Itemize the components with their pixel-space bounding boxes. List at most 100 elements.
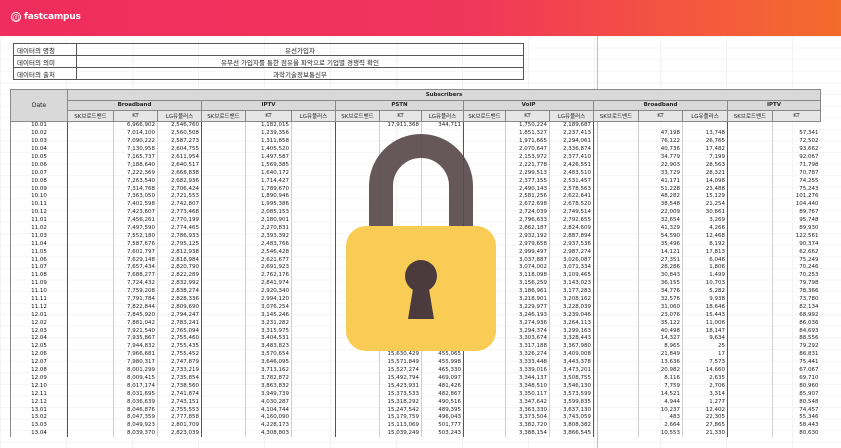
value-cell[interactable] bbox=[291, 342, 336, 351]
value-cell[interactable]: 344,711 bbox=[421, 121, 464, 130]
value-cell[interactable]: 8,036,639 bbox=[113, 397, 158, 406]
value-cell[interactable] bbox=[201, 334, 246, 343]
value-cell[interactable] bbox=[463, 397, 506, 406]
value-cell[interactable] bbox=[291, 208, 336, 217]
value-cell[interactable]: 2,490,143 bbox=[505, 184, 550, 193]
value-cell[interactable] bbox=[772, 121, 821, 130]
value-cell[interactable]: 2,733,219 bbox=[157, 366, 202, 374]
value-cell[interactable] bbox=[727, 271, 773, 280]
value-cell[interactable] bbox=[727, 381, 773, 390]
value-cell[interactable]: 7,724,432 bbox=[113, 279, 158, 288]
value-cell[interactable]: 4,104,744 bbox=[245, 405, 292, 414]
value-cell[interactable]: 8,009,415 bbox=[113, 374, 158, 382]
value-cell[interactable]: 3,264,113 bbox=[549, 318, 594, 327]
value-cell[interactable]: 7,845,920 bbox=[113, 310, 158, 319]
date-cell[interactable]: 11.10 bbox=[10, 287, 68, 296]
value-cell[interactable]: 4,944 bbox=[638, 397, 683, 406]
value-cell[interactable]: 2,770,199 bbox=[157, 216, 202, 225]
value-cell[interactable]: 7,497,590 bbox=[113, 224, 158, 232]
value-cell[interactable]: 3,274,936 bbox=[505, 318, 550, 327]
value-cell[interactable]: 15,039,249 bbox=[379, 429, 422, 438]
value-cell[interactable] bbox=[291, 405, 336, 414]
value-cell[interactable]: 2,786,933 bbox=[157, 231, 202, 240]
value-cell[interactable]: 15,492,794 bbox=[379, 374, 422, 382]
value-cell[interactable] bbox=[463, 381, 506, 390]
value-cell[interactable]: 86,036 bbox=[772, 318, 821, 327]
value-cell[interactable] bbox=[67, 350, 114, 359]
value-cell[interactable] bbox=[67, 374, 114, 382]
value-cell[interactable]: 15,179,759 bbox=[379, 413, 422, 422]
value-cell[interactable]: 7,921,540 bbox=[113, 326, 158, 335]
value-cell[interactable]: 70,787 bbox=[772, 168, 821, 177]
value-cell[interactable] bbox=[593, 216, 639, 225]
value-cell[interactable] bbox=[201, 263, 246, 272]
value-cell[interactable] bbox=[727, 318, 773, 327]
value-cell[interactable] bbox=[201, 326, 246, 335]
value-cell[interactable]: 2,987,274 bbox=[549, 247, 594, 256]
value-cell[interactable]: 465,330 bbox=[421, 366, 464, 374]
value-cell[interactable]: 28,286 bbox=[638, 263, 683, 272]
value-cell[interactable] bbox=[727, 255, 773, 264]
value-cell[interactable] bbox=[201, 121, 246, 130]
value-cell[interactable] bbox=[201, 184, 246, 193]
value-cell[interactable]: 3,076,254 bbox=[245, 302, 292, 311]
value-cell[interactable]: 2,783,241 bbox=[157, 318, 202, 327]
value-cell[interactable]: 3,782,872 bbox=[245, 374, 292, 382]
value-cell[interactable]: 3,074,002 bbox=[505, 263, 550, 272]
value-cell[interactable]: 2,794,247 bbox=[157, 310, 202, 319]
value-cell[interactable] bbox=[593, 231, 639, 240]
value-cell[interactable]: 2,622,641 bbox=[549, 192, 594, 201]
value-cell[interactable] bbox=[201, 239, 246, 248]
value-cell[interactable]: 7,090,222 bbox=[113, 137, 158, 146]
value-cell[interactable] bbox=[201, 287, 246, 296]
value-cell[interactable]: 72,502 bbox=[772, 137, 821, 146]
value-cell[interactable]: 33,729 bbox=[638, 168, 683, 177]
value-cell[interactable]: 3,143,023 bbox=[549, 279, 594, 288]
value-cell[interactable] bbox=[593, 208, 639, 217]
value-cell[interactable]: 85,907 bbox=[772, 389, 821, 398]
value-cell[interactable]: 12,402 bbox=[682, 405, 728, 414]
value-cell[interactable] bbox=[593, 374, 639, 382]
value-cell[interactable]: 17,482 bbox=[682, 145, 728, 154]
value-cell[interactable]: 2,672,698 bbox=[505, 200, 550, 209]
value-cell[interactable] bbox=[593, 326, 639, 335]
value-cell[interactable]: 2,560,508 bbox=[157, 129, 202, 138]
value-cell[interactable]: 2,270,831 bbox=[245, 224, 292, 232]
value-cell[interactable] bbox=[291, 358, 336, 367]
value-cell[interactable]: 2,822,289 bbox=[157, 271, 202, 280]
value-cell[interactable] bbox=[67, 263, 114, 272]
value-cell[interactable]: 2,294,061 bbox=[549, 137, 594, 146]
value-cell[interactable]: 2,774,465 bbox=[157, 224, 202, 232]
value-cell[interactable]: 2,862,187 bbox=[505, 224, 550, 232]
value-cell[interactable] bbox=[201, 160, 246, 169]
value-cell[interactable] bbox=[67, 192, 114, 201]
date-cell[interactable]: 11.05 bbox=[10, 247, 68, 256]
value-cell[interactable]: 7,552,180 bbox=[113, 231, 158, 240]
value-cell[interactable]: 89,930 bbox=[772, 224, 821, 232]
value-cell[interactable] bbox=[727, 397, 773, 406]
value-cell[interactable] bbox=[67, 255, 114, 264]
value-cell[interactable] bbox=[727, 137, 773, 146]
date-cell[interactable]: 10.01 bbox=[10, 121, 68, 130]
value-cell[interactable] bbox=[201, 224, 246, 232]
value-cell[interactable]: 7,199 bbox=[682, 153, 728, 161]
value-cell[interactable] bbox=[727, 176, 773, 185]
value-cell[interactable]: 79,798 bbox=[772, 279, 821, 288]
date-cell[interactable]: 10.04 bbox=[10, 145, 68, 154]
value-cell[interactable] bbox=[201, 405, 246, 414]
value-cell[interactable] bbox=[593, 176, 639, 185]
value-cell[interactable]: 501,777 bbox=[421, 421, 464, 430]
value-cell[interactable]: 3,246,193 bbox=[505, 310, 550, 319]
value-cell[interactable]: 41,171 bbox=[638, 176, 683, 185]
value-cell[interactable] bbox=[593, 413, 639, 422]
value-cell[interactable]: 1,789,670 bbox=[245, 184, 292, 193]
value-cell[interactable]: 78,366 bbox=[772, 287, 821, 296]
value-cell[interactable]: 32,576 bbox=[638, 295, 683, 303]
value-cell[interactable] bbox=[727, 334, 773, 343]
value-cell[interactable]: 3,348,510 bbox=[505, 381, 550, 390]
value-cell[interactable] bbox=[593, 200, 639, 209]
brand-logo[interactable]: ⓕ fastcampus bbox=[11, 12, 81, 22]
value-cell[interactable] bbox=[201, 279, 246, 288]
value-cell[interactable] bbox=[727, 263, 773, 272]
value-cell[interactable]: 7,791,784 bbox=[113, 295, 158, 303]
